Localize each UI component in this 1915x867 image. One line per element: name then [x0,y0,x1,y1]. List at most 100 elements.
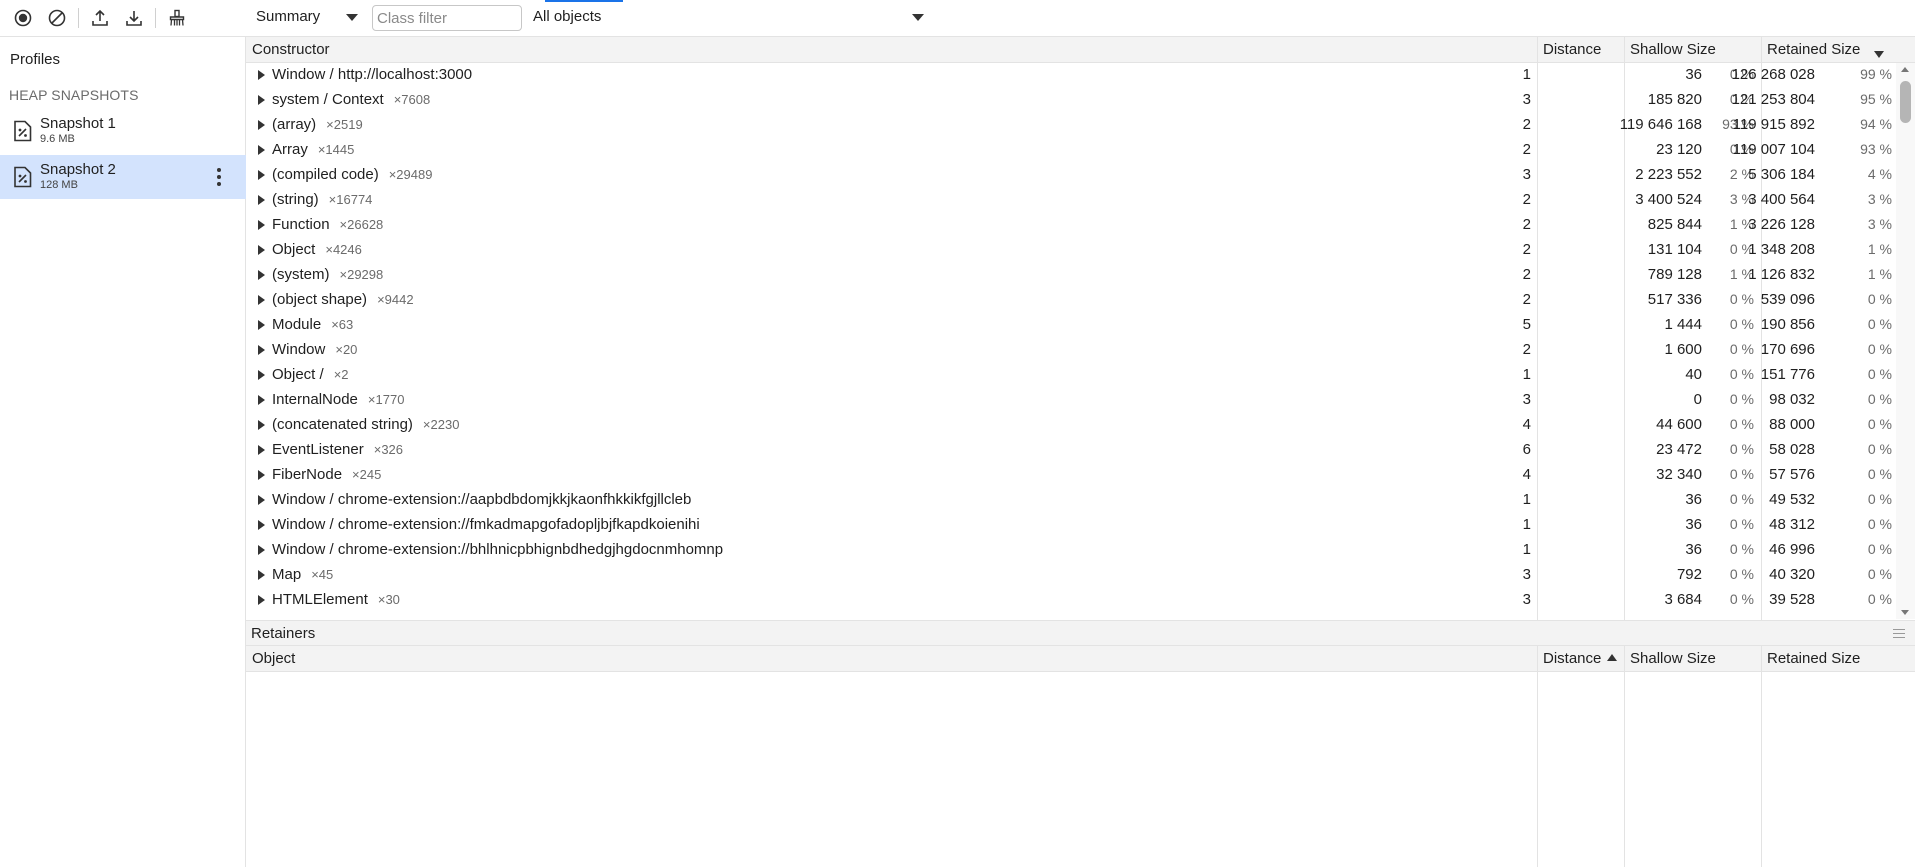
retained-percent-cell: 0 % [1867,391,1892,407]
shallow-size-cell: 44 600 [1656,416,1702,433]
view-select[interactable]: Summary [256,8,320,25]
scrollbar-thumb[interactable] [1900,81,1911,123]
distance-cell: 1 [1522,516,1531,533]
expand-arrow-icon[interactable] [258,70,265,80]
shallow-size-cell: 119 646 168 [1619,116,1702,133]
table-row[interactable]: HTMLElement ×30 3 3 684 0 % 39 528 0 % [246,588,1896,613]
distance-cell: 2 [1522,216,1531,233]
expand-arrow-icon[interactable] [258,420,265,430]
expand-arrow-icon[interactable] [258,195,265,205]
expand-arrow-icon[interactable] [258,95,265,105]
snapshot-item-2[interactable]: Snapshot 2 128 MB [0,155,246,199]
expand-arrow-icon[interactable] [258,470,265,480]
constructor-name: Window / chrome-extension://aapbdbdomjkk… [272,491,701,508]
distance-cell: 2 [1522,241,1531,258]
expand-arrow-icon[interactable] [258,545,265,555]
expand-arrow-icon[interactable] [258,445,265,455]
shallow-size-cell: 825 844 [1647,216,1702,233]
expand-arrow-icon[interactable] [258,395,265,405]
summary-grid: Constructor Distance Shallow Size Retain… [246,37,1915,620]
resize-grip-icon[interactable] [1893,629,1905,641]
table-row[interactable]: (string) ×16774 2 3 400 524 3 % 3 400 564 3 % [246,188,1896,213]
expand-arrow-icon[interactable] [258,520,265,530]
table-row[interactable]: Map ×45 3 792 0 % 40 320 0 % [246,563,1896,588]
expand-arrow-icon[interactable] [258,295,265,305]
constructor-label: Object [272,241,316,258]
expand-arrow-icon[interactable] [258,170,265,180]
table-row[interactable]: Module ×63 5 1 444 0 % 190 856 0 % [246,313,1896,338]
column-distance[interactable]: Distance [1543,41,1601,58]
table-row[interactable]: (array) ×2519 2 119 646 168 93 % 119 915 892 9… [246,113,1896,138]
load-profile-button[interactable] [83,1,117,35]
scroll-up-icon[interactable] [1901,67,1909,72]
constructor-name: Window / http://localhost:3000 [272,66,482,83]
retained-percent-cell: 0 % [1867,341,1892,357]
table-row[interactable]: Object ×4246 2 131 104 0 % 1 348 208 1 % [246,238,1896,263]
expand-arrow-icon[interactable] [258,345,265,355]
retainers-panel-header: Retainers [246,620,1915,646]
clear-button[interactable] [40,1,74,35]
vertical-scrollbar[interactable] [1896,63,1915,619]
objects-select[interactable]: All objects [533,8,601,25]
expand-arrow-icon[interactable] [258,220,265,230]
column-constructor[interactable]: Constructor [252,41,330,58]
collect-garbage-button[interactable] [160,1,194,35]
shallow-percent-cell: 0 % [1729,441,1754,457]
table-row[interactable]: Window ×20 2 1 600 0 % 170 696 0 % [246,338,1896,363]
table-row[interactable]: system / Context ×7608 3 185 820 0 % 121 253 … [246,88,1896,113]
profiles-title: Profiles [10,51,61,68]
snapshot-item-1[interactable]: Snapshot 1 9.6 MB [0,109,246,153]
expand-arrow-icon[interactable] [258,245,265,255]
column-object[interactable]: Object [252,650,295,667]
expand-arrow-icon[interactable] [258,120,265,130]
more-options-icon[interactable] [212,165,226,189]
retained-size-cell: 39 528 [1769,591,1815,608]
column-retained-size[interactable]: Retained Size [1767,41,1860,58]
shallow-percent-cell: 0 % [1729,391,1754,407]
distance-cell: 2 [1522,141,1531,158]
table-row[interactable]: EventListener ×326 6 23 472 0 % 58 028 0 % [246,438,1896,463]
expand-arrow-icon[interactable] [258,570,265,580]
table-row[interactable]: Function ×26628 2 825 844 1 % 3 226 128 3 % [246,213,1896,238]
table-row[interactable]: (object shape) ×9442 2 517 336 0 % 539 096 0 % [246,288,1896,313]
record-button[interactable] [6,1,40,35]
toolbar-divider [78,8,79,28]
class-filter-input[interactable] [372,5,522,31]
shallow-size-cell: 789 128 [1647,266,1702,283]
instance-count: ×326 [373,442,404,457]
constructor-name: EventListener ×326 [272,441,403,458]
constructor-label: Function [272,216,330,233]
constructor-name: Map ×45 [272,566,333,583]
summary-grid-header: Constructor Distance Shallow Size Retain… [246,37,1915,63]
expand-arrow-icon[interactable] [258,595,265,605]
retained-percent-cell: 0 % [1867,441,1892,457]
record-icon [14,9,32,27]
table-row[interactable]: Window / chrome-extension://bhlhnicpbhig… [246,538,1896,563]
column-distance[interactable]: Distance [1543,650,1618,667]
constructor-name: FiberNode ×245 [272,466,381,483]
column-shallow-size[interactable]: Shallow Size [1630,41,1716,58]
table-row[interactable]: Window / chrome-extension://aapbdbdomjkk… [246,488,1896,513]
table-row[interactable]: Array ×1445 2 23 120 0 % 119 007 104 93 % [246,138,1896,163]
column-retained-size[interactable]: Retained Size [1767,650,1860,667]
scroll-down-icon[interactable] [1901,610,1909,615]
instance-count: ×7608 [393,92,431,107]
table-row[interactable]: (system) ×29298 2 789 128 1 % 1 126 832 1 % [246,263,1896,288]
retained-percent-cell: 95 % [1860,91,1892,107]
expand-arrow-icon[interactable] [258,495,265,505]
expand-arrow-icon[interactable] [258,370,265,380]
table-row[interactable]: InternalNode ×1770 3 0 0 % 98 032 0 % [246,388,1896,413]
retained-percent-cell: 3 % [1867,191,1892,207]
table-row[interactable]: (compiled code) ×29489 3 2 223 552 2 % 5 306 … [246,163,1896,188]
retained-percent-cell: 94 % [1860,116,1892,132]
table-row[interactable]: Window / http://localhost:3000 1 36 0 % 126 … [246,63,1896,88]
expand-arrow-icon[interactable] [258,145,265,155]
table-row[interactable]: (concatenated string) ×2230 4 44 600 0 % 88 0… [246,413,1896,438]
table-row[interactable]: Object / ×2 1 40 0 % 151 776 0 % [246,363,1896,388]
expand-arrow-icon[interactable] [258,270,265,280]
table-row[interactable]: Window / chrome-extension://fmkadmapgofa… [246,513,1896,538]
save-profile-button[interactable] [117,1,151,35]
expand-arrow-icon[interactable] [258,320,265,330]
column-shallow-size[interactable]: Shallow Size [1630,650,1716,667]
table-row[interactable]: FiberNode ×245 4 32 340 0 % 57 576 0 % [246,463,1896,488]
